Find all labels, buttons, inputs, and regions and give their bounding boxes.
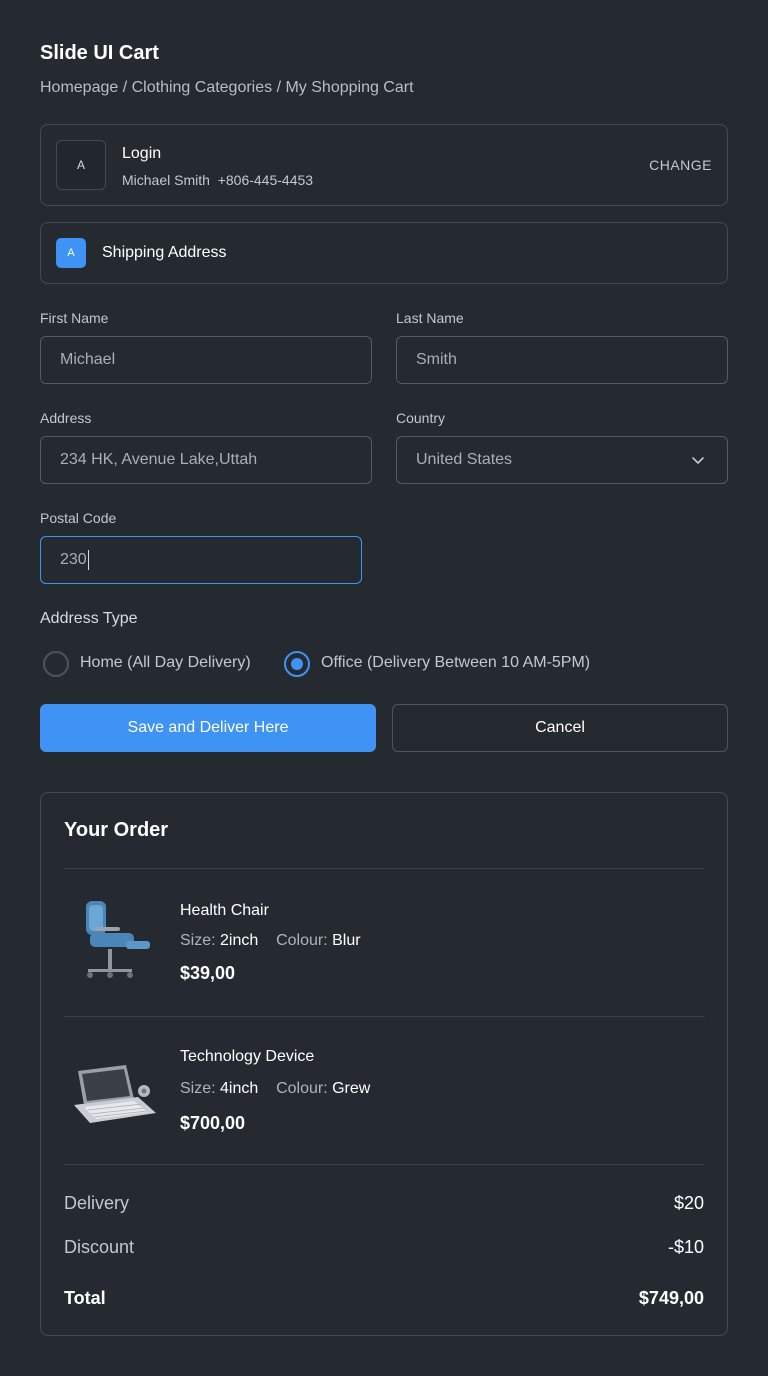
discount-label: Discount <box>64 1237 135 1257</box>
colour-label: Colour: <box>276 932 328 949</box>
change-login-button[interactable]: CHANGE <box>649 157 712 173</box>
country-value: United States <box>416 451 513 468</box>
shipping-title: Shipping Address <box>102 244 227 261</box>
login-phone: +806-445-4453 <box>217 172 314 188</box>
country-select[interactable]: United States <box>396 436 728 484</box>
breadcrumb[interactable]: Homepage / Clothing Categories / My Shop… <box>40 79 414 97</box>
order-title: Your Order <box>64 819 169 841</box>
shipping-address-card: A Shipping Address <box>40 222 728 284</box>
login-user-name: Michael Smith <box>122 172 210 188</box>
item-name: Health Chair <box>180 902 269 919</box>
size-value: 2inch <box>220 932 259 949</box>
text-cursor <box>87 550 89 570</box>
login-avatar: A <box>56 140 106 190</box>
total-label: Total <box>64 1288 106 1308</box>
chair-image <box>86 901 150 978</box>
size-label: Size: <box>180 932 216 949</box>
country-label: Country <box>396 410 446 426</box>
size-value: 4inch <box>220 1080 259 1097</box>
divider <box>64 1016 705 1017</box>
divider <box>64 868 705 869</box>
item-name: Technology Device <box>180 1048 315 1065</box>
home-radio-label[interactable]: Home (All Day Delivery) <box>80 654 251 672</box>
divider <box>64 1164 705 1165</box>
home-radio[interactable] <box>43 651 69 677</box>
delivery-label: Delivery <box>64 1193 130 1213</box>
first-name-field[interactable]: Michael <box>40 336 372 384</box>
page-title: Slide UI Cart <box>40 42 159 64</box>
total-value: $749,00 <box>638 1288 704 1308</box>
login-card: A Login Michael Smith +806-445-4453 CHAN… <box>40 124 728 206</box>
colour-label: Colour: <box>276 1080 328 1097</box>
item-meta: Size: 2inch Colour: Blur <box>180 932 361 950</box>
postal-code-value: 230 <box>60 551 87 568</box>
first-name-label: First Name <box>40 310 109 326</box>
last-name-field[interactable]: Smith <box>396 336 728 384</box>
colour-value: Blur <box>332 932 361 949</box>
discount-value: -$10 <box>667 1237 704 1257</box>
size-label: Size: <box>180 1080 216 1097</box>
login-user-info: Michael Smith +806-445-4453 <box>122 172 313 188</box>
item-price: $39,00 <box>180 963 236 983</box>
order-summary-card: Your Order Health Chair Size: 2inch Colo… <box>40 792 728 1336</box>
office-radio[interactable] <box>284 651 310 677</box>
postal-code-field[interactable]: 230 <box>40 536 362 584</box>
colour-value: Grew <box>332 1080 371 1097</box>
last-name-label: Last Name <box>396 310 464 326</box>
item-price: $700,00 <box>180 1113 246 1133</box>
keyboard-device-image <box>74 1065 156 1123</box>
address-field[interactable]: 234 HK, Avenue Lake,Uttah <box>40 436 372 484</box>
chevron-down-icon <box>692 457 704 464</box>
address-label: Address <box>40 410 92 426</box>
shipping-badge: A <box>56 238 86 268</box>
postal-code-label: Postal Code <box>40 510 117 526</box>
login-title: Login <box>122 145 162 162</box>
cancel-button[interactable]: Cancel <box>392 704 728 752</box>
save-and-deliver-button[interactable]: Save and Deliver Here <box>40 704 376 752</box>
address-type-label: Address Type <box>40 610 138 627</box>
office-radio-label[interactable]: Office (Delivery Between 10 AM-5PM) <box>321 654 590 672</box>
delivery-value: $20 <box>673 1193 704 1213</box>
item-meta: Size: 4inch Colour: Grew <box>180 1080 370 1098</box>
